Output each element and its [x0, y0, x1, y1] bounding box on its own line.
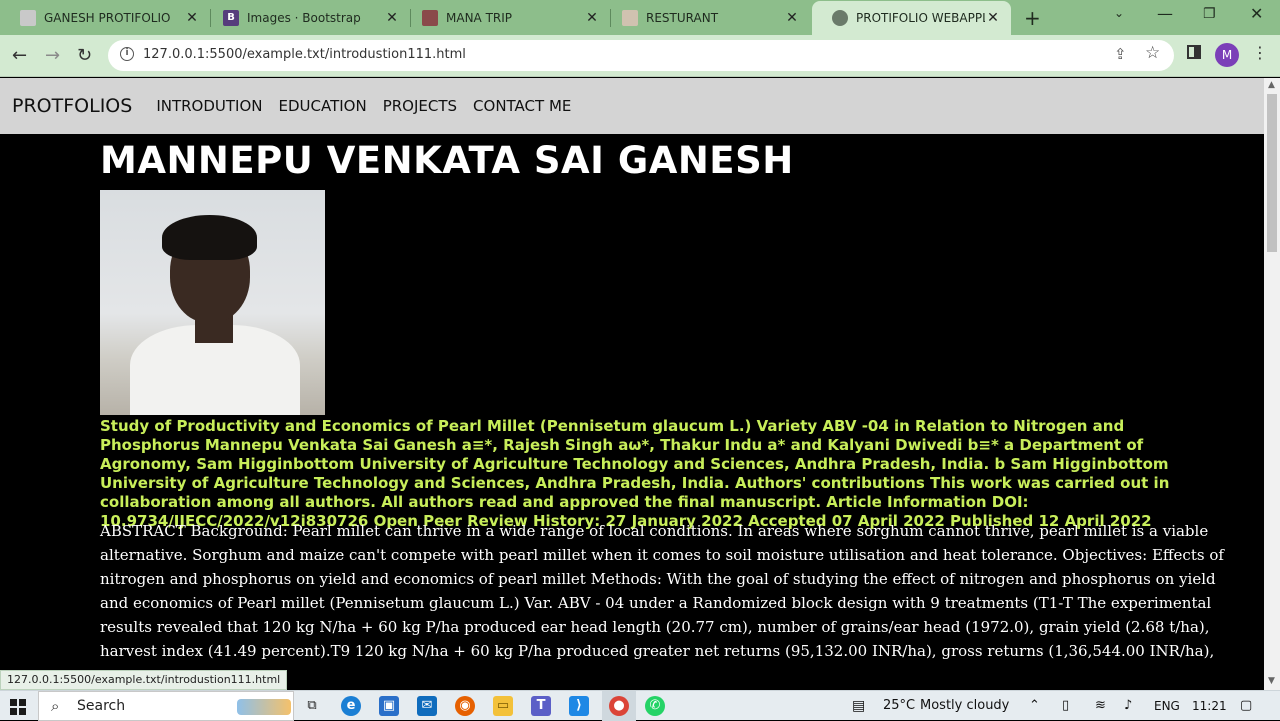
bookmark-star-icon[interactable]: ☆	[1145, 43, 1160, 63]
nav-link-projects[interactable]: PROJECTS	[383, 97, 457, 115]
volume-icon[interactable]: ♪	[1124, 698, 1132, 713]
address-url[interactable]: 127.0.0.1:5500/example.txt/introdustion1…	[143, 47, 466, 62]
tab-images-bootstrap[interactable]: B Images · Bootstrap ✕	[203, 0, 410, 35]
tab-title: GANESH PROTIFOLIO	[44, 10, 171, 25]
page-favicon-icon	[20, 9, 36, 26]
bootstrap-favicon-icon: B	[223, 9, 239, 26]
clock[interactable]: 11:21	[1192, 699, 1227, 713]
task-view-icon[interactable]: ⧉	[302, 696, 322, 716]
new-tab-button[interactable]: +	[1024, 6, 1041, 30]
tab-resturant[interactable]: RESTURANT ✕	[602, 0, 810, 35]
taskbar-search-box[interactable]: ⌕ Search	[38, 691, 294, 721]
wifi-icon[interactable]: ≋	[1095, 698, 1106, 713]
forward-arrow-icon[interactable]: →	[45, 45, 60, 66]
scrollbar-thumb[interactable]	[1267, 94, 1277, 252]
edge-icon[interactable]: e	[341, 696, 361, 716]
nav-link-contact-me[interactable]: CONTACT ME	[473, 97, 571, 115]
language-indicator[interactable]: ENG	[1154, 699, 1180, 713]
page-content: MANNEPU VENKATA SAI GANESH Study of Prod…	[0, 134, 1264, 668]
windows-taskbar: ⌕ Search ⧉ e ▣ ✉ ◉ ▭ T ⟩ ● ✆ ▤ 25°C Most…	[0, 690, 1280, 721]
nav-link-introdution[interactable]: INTRODUTION	[156, 97, 262, 115]
notifications-icon[interactable]: ▢	[1240, 698, 1252, 713]
close-tab-icon[interactable]: ✕	[384, 10, 400, 26]
profile-avatar[interactable]: M	[1215, 43, 1239, 67]
globe-icon	[832, 10, 848, 26]
link-status-bubble: 127.0.0.1:5500/example.txt/introdustion1…	[0, 670, 288, 690]
file-explorer-icon[interactable]: ▭	[493, 696, 513, 716]
share-icon[interactable]: ⇪	[1114, 45, 1127, 63]
browser-toolbar: ← → ↻ i 127.0.0.1:5500/example.txt/intro…	[0, 35, 1280, 77]
tab-mana-trip[interactable]: MANA TRIP ✕	[402, 0, 610, 35]
search-label: Search	[77, 698, 126, 714]
close-tab-icon[interactable]: ✕	[584, 10, 600, 26]
tray-chevron-icon[interactable]: ⌃	[1029, 698, 1040, 713]
tab-title: RESTURANT	[646, 10, 719, 25]
navbar-links: INTRODUTION EDUCATION PROJECTS CONTACT M…	[156, 97, 587, 115]
mail-icon[interactable]: ✉	[417, 696, 437, 716]
navbar-brand[interactable]: PROTFOLIOS	[12, 95, 132, 117]
close-tab-icon[interactable]: ✕	[985, 10, 1001, 26]
paper-heading: Study of Productivity and Economics of P…	[100, 417, 1170, 530]
close-tab-icon[interactable]: ✕	[784, 10, 800, 26]
scroll-down-arrow-icon[interactable]: ▼	[1268, 676, 1275, 686]
page-favicon-icon	[622, 9, 638, 26]
close-tab-icon[interactable]: ✕	[184, 10, 200, 26]
vscode-icon[interactable]: ⟩	[569, 696, 589, 716]
back-arrow-icon[interactable]: ←	[12, 45, 27, 66]
chrome-icon[interactable]: ●	[609, 696, 629, 716]
weather-desc[interactable]: Mostly cloudy	[920, 698, 1009, 713]
restore-icon[interactable]: ❐	[1203, 6, 1216, 22]
address-bar[interactable]: i 127.0.0.1:5500/example.txt/introdustio…	[108, 40, 1174, 71]
tab-search-chevron-icon[interactable]: ⌄	[1114, 6, 1124, 20]
page-favicon-icon	[422, 9, 438, 26]
minimize-icon[interactable]: —	[1157, 4, 1173, 23]
browser-tab-strip: GANESH PROTIFOLIO ✕ B Images · Bootstrap…	[0, 0, 1280, 35]
scroll-up-arrow-icon[interactable]: ▲	[1268, 80, 1275, 90]
firefox-icon[interactable]: ◉	[455, 696, 475, 716]
tab-title: PROTIFOLIO WEBAPPLIC	[856, 11, 985, 25]
window-close-icon[interactable]: ✕	[1250, 4, 1263, 23]
weather-temp[interactable]: 25°C	[883, 698, 915, 713]
search-icon: ⌕	[51, 697, 60, 715]
tab-title: Images · Bootstrap	[247, 10, 361, 25]
profile-photo	[100, 190, 325, 415]
tab-ganesh-protifolio[interactable]: GANESH PROTIFOLIO ✕	[0, 0, 210, 35]
browser-menu-icon[interactable]: ⋮	[1252, 43, 1268, 62]
paper-abstract: ABSTRACT Background: Pearl millet can th…	[100, 522, 1224, 668]
store-icon[interactable]: ▣	[379, 696, 399, 716]
device-icon[interactable]: ▯	[1062, 698, 1069, 713]
tab-protifolio-webapplic[interactable]: PROTIFOLIO WEBAPPLIC ✕	[812, 1, 1011, 35]
tab-title: MANA TRIP	[446, 10, 513, 25]
site-navbar: PROTFOLIOS INTRODUTION EDUCATION PROJECT…	[0, 78, 1264, 134]
side-panel-icon[interactable]	[1187, 45, 1201, 59]
weather-icon[interactable]: ▤	[852, 698, 865, 714]
reload-icon[interactable]: ↻	[77, 45, 92, 66]
windows-start-icon[interactable]	[10, 699, 26, 715]
nav-link-education[interactable]: EDUCATION	[279, 97, 367, 115]
site-info-icon[interactable]: i	[120, 47, 134, 61]
whatsapp-icon[interactable]: ✆	[645, 696, 665, 716]
page-title: MANNEPU VENKATA SAI GANESH	[100, 139, 794, 182]
search-highlight-icon	[237, 699, 291, 715]
page-scrollbar[interactable]: ▲ ▼	[1264, 78, 1280, 690]
teams-icon[interactable]: T	[531, 696, 551, 716]
